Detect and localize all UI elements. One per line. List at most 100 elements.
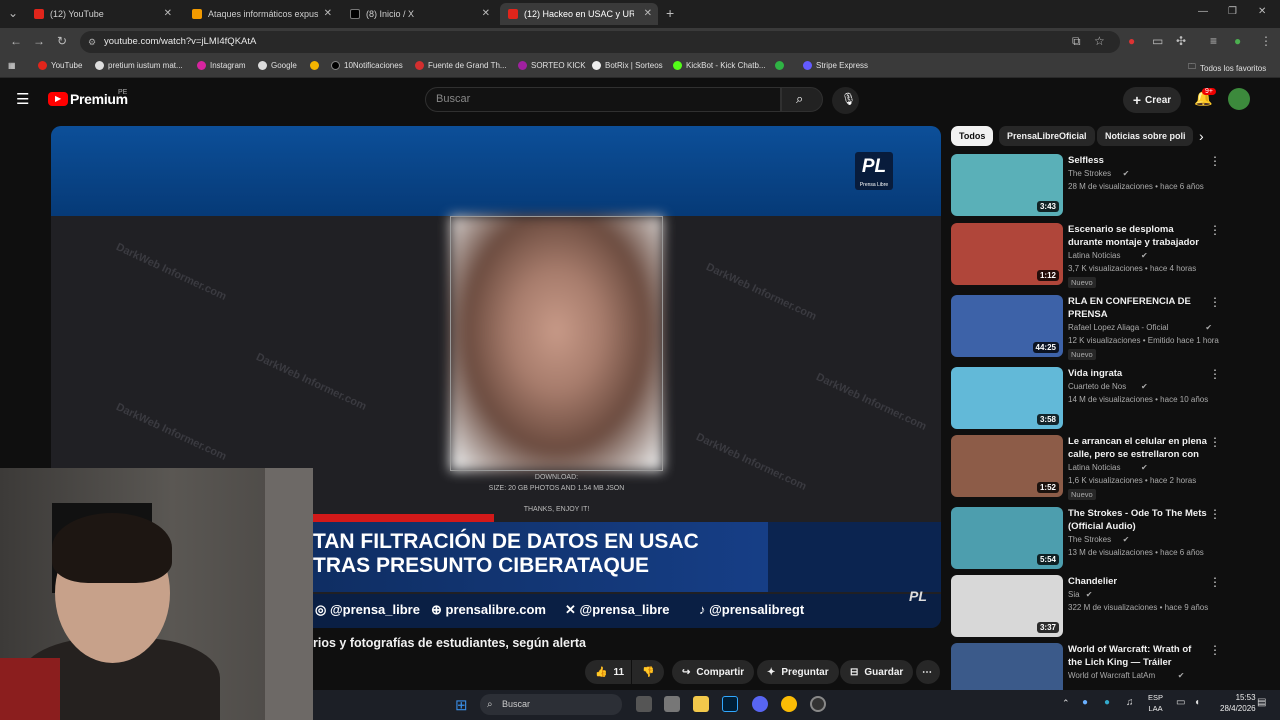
- window-close-icon[interactable]: ✕: [1258, 6, 1266, 17]
- photoshop-icon[interactable]: [722, 696, 738, 712]
- windows-start-icon[interactable]: ⊞: [455, 696, 468, 714]
- more-options-icon[interactable]: ⋮: [1209, 154, 1221, 168]
- obs-icon[interactable]: [810, 696, 826, 712]
- chip-todos[interactable]: Todos: [951, 126, 994, 146]
- recommendation-channel[interactable]: Rafael Lopez Aliaga - Oficial: [1068, 323, 1169, 332]
- network-icon[interactable]: ▭: [1176, 697, 1185, 708]
- recommendation-thumbnail[interactable]: 1:12: [951, 223, 1063, 285]
- youtube-logo-icon[interactable]: ▶: [48, 92, 68, 106]
- more-options-icon[interactable]: ⋮: [1209, 643, 1221, 657]
- recommendation-thumbnail[interactable]: 1:52: [951, 435, 1063, 497]
- url-field[interactable]: ⚙ youtube.com/watch?v=jLMI4fQKAtA: [80, 31, 1120, 53]
- recommendation-title[interactable]: Escenario se desploma durante montaje y …: [1068, 223, 1208, 249]
- bookmark-star-icon[interactable]: ☆: [1094, 34, 1105, 48]
- tray-mic-icon[interactable]: ♫: [1126, 697, 1134, 708]
- search-button[interactable]: ⌕: [781, 87, 823, 112]
- tray-expand-icon[interactable]: ⌃: [1062, 698, 1070, 709]
- profile-avatar-icon[interactable]: ●: [1234, 34, 1241, 48]
- language-indicator[interactable]: ESP LAA: [1148, 692, 1163, 714]
- extensions-puzzle-icon[interactable]: ✣: [1176, 34, 1186, 48]
- chip-noticias[interactable]: Noticias sobre poli: [1097, 126, 1193, 146]
- search-input[interactable]: Buscar: [425, 87, 781, 112]
- install-icon[interactable]: ⧉: [1072, 34, 1081, 49]
- more-options-icon[interactable]: ⋮: [1209, 223, 1221, 237]
- notification-center-icon[interactable]: ▤: [1257, 697, 1266, 708]
- tray-app-icon[interactable]: ●: [1082, 697, 1088, 708]
- bookmark-instagram[interactable]: Instagram: [197, 61, 246, 70]
- recommendation-channel[interactable]: The Strokes: [1068, 535, 1111, 544]
- recommendation-title[interactable]: Le arrancan el celular en plena calle, p…: [1068, 435, 1208, 461]
- recommendation-item[interactable]: 1:52 Le arrancan el celular en plena call…: [951, 435, 1231, 500]
- bookmark-kickbot[interactable]: KickBot - Kick Chatb...: [673, 61, 766, 70]
- bookmark-stripe[interactable]: Stripe Express: [803, 61, 868, 70]
- recommendation-item[interactable]: 1:12 Escenario se desploma durante montaj…: [951, 223, 1231, 288]
- bookmark-extra[interactable]: [775, 61, 788, 70]
- new-tab-icon[interactable]: +: [666, 5, 674, 21]
- discord-icon[interactable]: [752, 696, 768, 712]
- tab-article[interactable]: Ataques informáticos expusieron ✕: [184, 3, 338, 25]
- media-icon[interactable]: ≡: [1210, 34, 1217, 48]
- recommendation-thumbnail[interactable]: 44:25: [951, 295, 1063, 357]
- more-options-icon[interactable]: ⋮: [1209, 507, 1221, 521]
- bookmark-botrix[interactable]: BotRix | Sorteos: [592, 61, 663, 70]
- menu-dots-icon[interactable]: ⋮: [1260, 34, 1272, 48]
- tab-x[interactable]: (8) Inicio / X ✕: [342, 3, 496, 25]
- recommendation-thumbnail[interactable]: 5:54: [951, 507, 1063, 569]
- ask-button[interactable]: ✦ Preguntar: [757, 660, 839, 684]
- tab-youtube[interactable]: (12) YouTube ✕: [26, 3, 178, 25]
- bookmark-pretium[interactable]: pretium iustum mat...: [95, 61, 183, 70]
- account-avatar[interactable]: [1228, 88, 1250, 110]
- reload-icon[interactable]: ↻: [57, 34, 67, 48]
- voice-search-button[interactable]: 🎙: [832, 87, 859, 114]
- save-button[interactable]: ⊟ Guardar: [840, 660, 914, 684]
- extension-icon[interactable]: ●: [1128, 34, 1135, 48]
- recommendation-title[interactable]: The Strokes - Ode To The Mets (Official …: [1068, 507, 1208, 533]
- recommendation-channel[interactable]: Latina Noticias: [1068, 251, 1120, 260]
- chip-prensalibre[interactable]: PrensaLibreOficial: [999, 126, 1095, 146]
- all-bookmarks-folder[interactable]: 🗀 Todos los favoritos: [1188, 61, 1266, 75]
- clock[interactable]: 15:53 28/4/2026: [1220, 692, 1256, 714]
- extension-icon-2[interactable]: ▭: [1152, 34, 1163, 48]
- back-icon[interactable]: ←: [10, 34, 22, 48]
- recommendation-item[interactable]: 3:58 Vida ingrata Cuarteto de Nos ✔ 14 M de …: [951, 367, 1231, 431]
- recommendation-title[interactable]: Selfless: [1068, 154, 1208, 167]
- bookmark-google[interactable]: Google: [258, 61, 297, 70]
- close-icon[interactable]: ✕: [324, 8, 332, 19]
- app-icon[interactable]: [664, 696, 680, 712]
- volume-icon[interactable]: ◖: [1194, 697, 1200, 708]
- close-icon[interactable]: ✕: [164, 8, 172, 19]
- dislike-button[interactable]: 👎: [632, 660, 664, 684]
- recommendation-title[interactable]: RLA EN CONFERENCIA DE PRENSA: [1068, 295, 1208, 321]
- recommendation-channel[interactable]: Sia: [1068, 590, 1080, 599]
- tab-active-video[interactable]: (12) Hackeo en USAC y URL exp ✕: [500, 3, 658, 25]
- recommendation-title[interactable]: World of Warcraft: Wrath of the Lich Kin…: [1068, 643, 1208, 669]
- bookmark-youtube[interactable]: YouTube: [38, 61, 82, 70]
- recommendation-channel[interactable]: Latina Noticias: [1068, 463, 1120, 472]
- minimize-icon[interactable]: —: [1198, 6, 1208, 17]
- maximize-icon[interactable]: ❐: [1228, 6, 1237, 17]
- recommendation-item[interactable]: 3:43 Selfless The Strokes ✔ 28 M de visualiz…: [951, 154, 1231, 218]
- more-options-icon[interactable]: ⋮: [1209, 575, 1221, 589]
- more-actions-button[interactable]: ⋯: [916, 660, 940, 684]
- recommendation-title[interactable]: Vida ingrata: [1068, 367, 1208, 380]
- tab-list-icon[interactable]: ⌄: [8, 6, 18, 20]
- site-info-icon[interactable]: ⚙: [88, 31, 96, 53]
- share-button[interactable]: ↪ Compartir: [672, 660, 755, 684]
- hamburger-menu-icon[interactable]: ☰: [16, 90, 29, 108]
- tray-app-icon-2[interactable]: ●: [1104, 697, 1110, 708]
- bookmark-pinwheel[interactable]: [310, 61, 323, 70]
- recommendation-channel[interactable]: The Strokes: [1068, 169, 1111, 178]
- chevron-right-icon[interactable]: ›: [1199, 128, 1204, 144]
- more-options-icon[interactable]: ⋮: [1209, 295, 1221, 309]
- more-options-icon[interactable]: ⋮: [1209, 367, 1221, 381]
- create-button[interactable]: + Crear: [1123, 87, 1181, 113]
- recommendation-thumbnail[interactable]: 3:58: [951, 367, 1063, 429]
- taskbar-search[interactable]: ⌕ Buscar: [480, 694, 622, 715]
- file-explorer-icon[interactable]: [693, 696, 709, 712]
- close-icon[interactable]: ✕: [644, 8, 652, 19]
- recommendation-item[interactable]: 5:54 The Strokes - Ode To The Mets (Offic…: [951, 507, 1231, 571]
- chrome-icon[interactable]: [781, 696, 797, 712]
- forward-icon[interactable]: →: [33, 34, 45, 48]
- recommendation-item[interactable]: 44:25 RLA EN CONFERENCIA DE PRENSA Rafael …: [951, 295, 1231, 360]
- close-icon[interactable]: ✕: [482, 8, 490, 19]
